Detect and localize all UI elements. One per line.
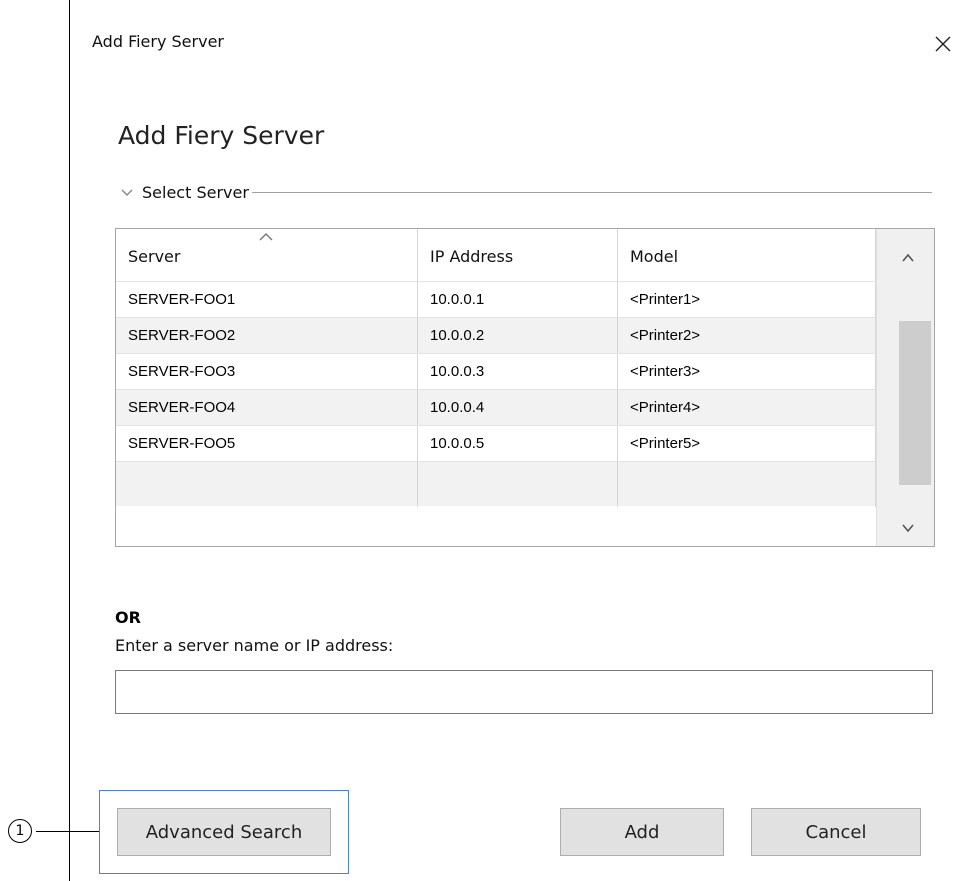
add-button[interactable]: Add — [560, 808, 724, 856]
close-icon — [935, 36, 951, 52]
title-bar: Add Fiery Server — [70, 0, 964, 90]
cell-server: SERVER-FOO3 — [116, 354, 418, 390]
column-header-label: IP Address — [430, 247, 514, 266]
sort-ascending-icon — [259, 233, 273, 241]
callout-number: 1 — [8, 819, 32, 843]
cell-ip-address: 10.0.0.4 — [418, 390, 618, 426]
cell-ip-address: 10.0.0.2 — [418, 318, 618, 354]
table-row[interactable]: SERVER-FOO3 10.0.0.3 <Printer3> — [116, 353, 876, 390]
section-divider — [251, 191, 932, 193]
column-header-label: Model — [630, 247, 679, 266]
select-server-section[interactable]: Select Server — [120, 180, 932, 204]
table-row[interactable] — [116, 461, 876, 507]
column-header-label: Server — [128, 247, 181, 266]
cell-ip-address — [418, 462, 618, 507]
cell-ip-address: 10.0.0.5 — [418, 426, 618, 462]
cell-server: SERVER-FOO5 — [116, 426, 418, 462]
cell-model: <Printer1> — [618, 282, 876, 318]
table-row[interactable]: SERVER-FOO1 10.0.0.1 <Printer1> — [116, 281, 876, 318]
chevron-down-icon[interactable] — [899, 519, 917, 537]
cell-server: SERVER-FOO2 — [116, 318, 418, 354]
cancel-button[interactable]: Cancel — [751, 808, 921, 856]
add-server-dialog: Add Fiery Server Add Fiery Server Select… — [69, 0, 964, 881]
table-scrollbar[interactable] — [876, 229, 934, 546]
table-header: Server IP Address Model — [116, 229, 876, 281]
chevron-up-icon[interactable] — [899, 249, 917, 267]
chevron-down-icon — [121, 189, 133, 197]
section-label: Select Server — [142, 182, 249, 202]
server-entry-prompt: Enter a server name or IP address: — [115, 636, 394, 655]
dialog-heading: Add Fiery Server — [118, 121, 325, 150]
cell-model: <Printer3> — [618, 354, 876, 390]
close-button[interactable] — [925, 26, 961, 62]
cell-model — [618, 462, 876, 507]
cell-server: SERVER-FOO4 — [116, 390, 418, 426]
scrollbar-thumb[interactable] — [899, 321, 931, 485]
server-name-input[interactable] — [115, 670, 933, 714]
cell-model: <Printer4> — [618, 390, 876, 426]
cell-server: SERVER-FOO1 — [116, 282, 418, 318]
cell-model: <Printer5> — [618, 426, 876, 462]
cell-server — [116, 462, 418, 507]
column-header-server[interactable]: Server — [116, 229, 418, 281]
cell-ip-address: 10.0.0.3 — [418, 354, 618, 390]
server-table: Server IP Address Model SERVER-FOO1 10.0… — [115, 228, 935, 547]
column-header-model[interactable]: Model — [618, 229, 876, 281]
callout-highlight-box — [99, 790, 349, 874]
table-row[interactable]: SERVER-FOO5 10.0.0.5 <Printer5> — [116, 425, 876, 462]
cell-ip-address: 10.0.0.1 — [418, 282, 618, 318]
table-row[interactable]: SERVER-FOO4 10.0.0.4 <Printer4> — [116, 389, 876, 426]
window-title: Add Fiery Server — [92, 32, 224, 51]
callout-leader-line — [36, 831, 99, 832]
table-row[interactable]: SERVER-FOO2 10.0.0.2 <Printer2> — [116, 317, 876, 354]
table-body: SERVER-FOO1 10.0.0.1 <Printer1> SERVER-F… — [116, 281, 876, 507]
or-label: OR — [115, 608, 141, 627]
cell-model: <Printer2> — [618, 318, 876, 354]
column-header-ip-address[interactable]: IP Address — [418, 229, 618, 281]
